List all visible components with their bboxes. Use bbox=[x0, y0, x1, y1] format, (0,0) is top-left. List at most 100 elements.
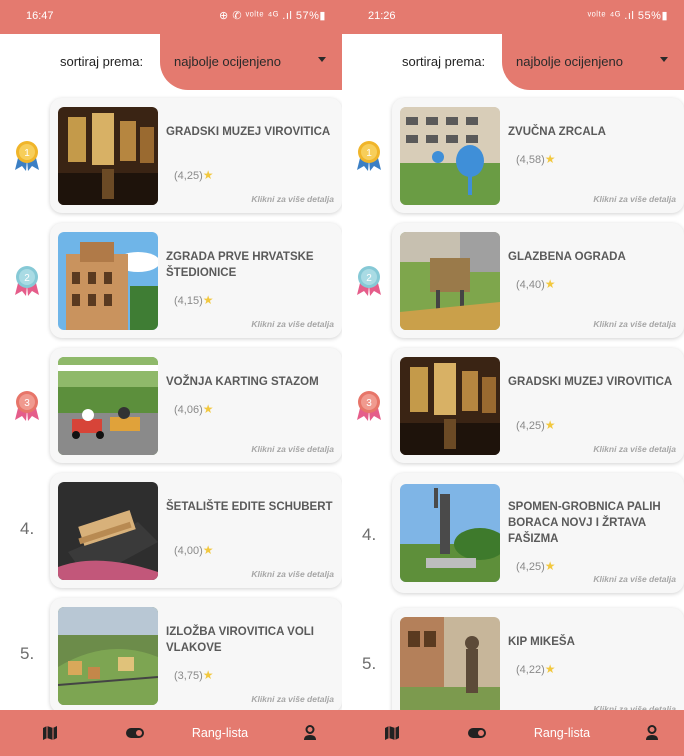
attraction-card[interactable]: ZVUČNA ZRCALA (4,58)★ Klikni za više det… bbox=[392, 98, 684, 213]
list-item: 5. KIP MIKEŠA (4,22)★ Klikni za više det… bbox=[342, 608, 684, 723]
svg-text:3: 3 bbox=[24, 398, 30, 409]
attraction-card[interactable]: VOŽNJA KARTING STAZOM (4,06)★ Klikni za … bbox=[50, 348, 342, 463]
details-link[interactable]: Klikni za više detalja bbox=[593, 319, 676, 329]
gold-medal-icon: 1 bbox=[15, 141, 39, 171]
details-link[interactable]: Klikni za više detalja bbox=[593, 194, 676, 204]
star-icon: ★ bbox=[544, 277, 556, 291]
rating: (4,25)★ bbox=[516, 559, 556, 573]
star-icon: ★ bbox=[544, 152, 556, 166]
star-icon: ★ bbox=[202, 293, 214, 307]
bottom-navigation: Rang-lista bbox=[0, 710, 342, 756]
gold-medal-icon: 1 bbox=[357, 141, 381, 171]
nav-toggle-button[interactable] bbox=[115, 710, 155, 756]
status-bar: 16:47 ⊕ ✆ ᵛᵒˡᵗᵉ ⁴ᴳ .ıl 57%▮ bbox=[0, 0, 342, 34]
rating: (4,00)★ bbox=[174, 543, 214, 557]
attraction-title: ŠETALIŠTE EDITE SCHUBERT bbox=[166, 501, 333, 513]
rating: (4,06)★ bbox=[174, 402, 214, 416]
rating: (4,25)★ bbox=[516, 418, 556, 432]
attraction-photo bbox=[400, 357, 500, 455]
list-item: 4. ŠETALIŠTE EDITE SCHUBERT (4,00)★ Klik… bbox=[0, 473, 342, 588]
sort-dropdown[interactable]: najbolje ocijenjeno bbox=[160, 34, 342, 90]
attraction-card[interactable]: ZGRADA PRVE HRVATSKE ŠTEDIONICE (4,15)★ … bbox=[50, 223, 342, 338]
sort-label: sortiraj prema: bbox=[60, 54, 144, 69]
rank-number: 4. bbox=[20, 519, 35, 538]
details-link[interactable]: Klikni za više detalja bbox=[251, 319, 334, 329]
nav-map-button[interactable] bbox=[372, 710, 412, 756]
svg-text:2: 2 bbox=[366, 273, 372, 284]
attraction-photo bbox=[58, 107, 158, 205]
attraction-title: GLAZBENA OGRADA bbox=[508, 251, 626, 263]
phone-screen-right: 21:26 ᵛᵒˡᵗᵉ ⁴ᴳ .ıl 55%▮ sortiraj prema: … bbox=[342, 0, 684, 756]
details-link[interactable]: Klikni za više detalja bbox=[251, 694, 334, 704]
status-bar: 21:26 ᵛᵒˡᵗᵉ ⁴ᴳ .ıl 55%▮ bbox=[342, 0, 684, 34]
toggle-icon bbox=[468, 728, 486, 738]
attraction-card[interactable]: KIP MIKEŠA (4,22)★ Klikni za više detalj… bbox=[392, 608, 684, 723]
attraction-card[interactable]: GLAZBENA OGRADA (4,40)★ Klikni za više d… bbox=[392, 223, 684, 338]
chevron-down-icon bbox=[318, 57, 326, 62]
status-time: 21:26 bbox=[368, 10, 396, 22]
list-item: 1 ZVUČNA ZRCALA (4,58)★ Klikni za više d… bbox=[342, 98, 684, 213]
svg-text:2: 2 bbox=[24, 273, 30, 284]
nav-profile-button[interactable] bbox=[632, 710, 672, 756]
attraction-card[interactable]: IZLOŽBA VIROVITICA VOLI VLAKOVE (3,75)★ … bbox=[50, 598, 342, 713]
silver-medal-icon: 2 bbox=[357, 266, 381, 296]
svg-text:3: 3 bbox=[366, 398, 372, 409]
sort-label: sortiraj prema: bbox=[402, 54, 486, 69]
attraction-title: GRADSKI MUZEJ VIROVITICA bbox=[508, 376, 673, 388]
sort-dropdown[interactable]: najbolje ocijenjeno bbox=[502, 34, 684, 90]
nav-toggle-button[interactable] bbox=[457, 710, 497, 756]
list-item: 4. SPOMEN-GROBNICA PALIH BORACA NOVJ I Ž… bbox=[342, 473, 684, 598]
toggle-icon bbox=[126, 728, 144, 738]
star-icon: ★ bbox=[202, 668, 214, 682]
nav-rank-list-label: Rang-lista bbox=[533, 726, 591, 740]
attraction-card[interactable]: GRADSKI MUZEJ VIROVITICA (4,25)★ Klikni … bbox=[50, 98, 342, 213]
details-link[interactable]: Klikni za više detalja bbox=[251, 444, 334, 454]
attraction-photo bbox=[400, 107, 500, 205]
nav-map-button[interactable] bbox=[30, 710, 70, 756]
sort-bar: sortiraj prema: najbolje ocijenjeno bbox=[342, 34, 684, 90]
person-icon bbox=[646, 725, 658, 740]
details-link[interactable]: Klikni za više detalja bbox=[251, 194, 334, 204]
nav-profile-button[interactable] bbox=[290, 710, 330, 756]
rank-number: 5. bbox=[362, 654, 377, 673]
attraction-photo bbox=[400, 232, 500, 330]
details-link[interactable]: Klikni za više detalja bbox=[593, 444, 676, 454]
rating: (4,25)★ bbox=[174, 168, 214, 182]
rating-value: (4,40) bbox=[516, 279, 545, 291]
attraction-card[interactable]: GRADSKI MUZEJ VIROVITICA (4,25)★ Klikni … bbox=[392, 348, 684, 463]
attraction-photo bbox=[400, 484, 500, 582]
list-item: 2 ZGRADA PRVE HRVATSKE ŠTEDIONICE (4,15)… bbox=[0, 223, 342, 338]
attraction-photo bbox=[58, 357, 158, 455]
attraction-photo bbox=[58, 232, 158, 330]
silver-medal-icon: 2 bbox=[15, 266, 39, 296]
attraction-title: SPOMEN-GROBNICA PALIH BORACA NOVJ I ŽRTA… bbox=[508, 501, 661, 545]
nav-rank-list-button[interactable]: Rang-lista bbox=[522, 710, 602, 756]
rating-value: (4,15) bbox=[174, 295, 203, 307]
rating-value: (4,25) bbox=[516, 561, 545, 573]
bronze-medal-icon: 3 bbox=[357, 391, 381, 421]
attraction-title: VOŽNJA KARTING STAZOM bbox=[166, 376, 319, 388]
star-icon: ★ bbox=[202, 402, 214, 416]
rating-value: (4,25) bbox=[174, 170, 203, 182]
attraction-card[interactable]: ŠETALIŠTE EDITE SCHUBERT (4,00)★ Klikni … bbox=[50, 473, 342, 588]
status-icons: ⊕ ✆ ᵛᵒˡᵗᵉ ⁴ᴳ .ıl 57%▮ bbox=[219, 10, 326, 22]
chevron-down-icon bbox=[660, 57, 668, 62]
list-item: 5. IZLOŽBA VIROVITICA VOLI VLAKOVE (3,75… bbox=[0, 598, 342, 713]
details-link[interactable]: Klikni za više detalja bbox=[251, 569, 334, 579]
status-time: 16:47 bbox=[26, 10, 54, 22]
attraction-photo bbox=[400, 617, 500, 715]
map-icon bbox=[43, 726, 57, 740]
list-item: 3 GRADSKI MUZEJ VIROVITICA (4,25)★ Klikn… bbox=[342, 348, 684, 463]
attraction-card[interactable]: SPOMEN-GROBNICA PALIH BORACA NOVJ I ŽRTA… bbox=[392, 473, 684, 593]
sort-dropdown-value: najbolje ocijenjeno bbox=[174, 54, 281, 69]
nav-rank-list-button[interactable]: Rang-lista bbox=[180, 710, 260, 756]
attraction-title: KIP MIKEŠA bbox=[508, 636, 575, 648]
svg-text:1: 1 bbox=[366, 148, 372, 159]
rating-value: (4,22) bbox=[516, 664, 545, 676]
nav-rank-list-label: Rang-lista bbox=[191, 726, 249, 740]
person-icon bbox=[304, 725, 316, 740]
rating: (4,22)★ bbox=[516, 662, 556, 676]
sort-bar: sortiraj prema: najbolje ocijenjeno bbox=[0, 34, 342, 90]
details-link[interactable]: Klikni za više detalja bbox=[593, 574, 676, 584]
rating-value: (4,25) bbox=[516, 420, 545, 432]
